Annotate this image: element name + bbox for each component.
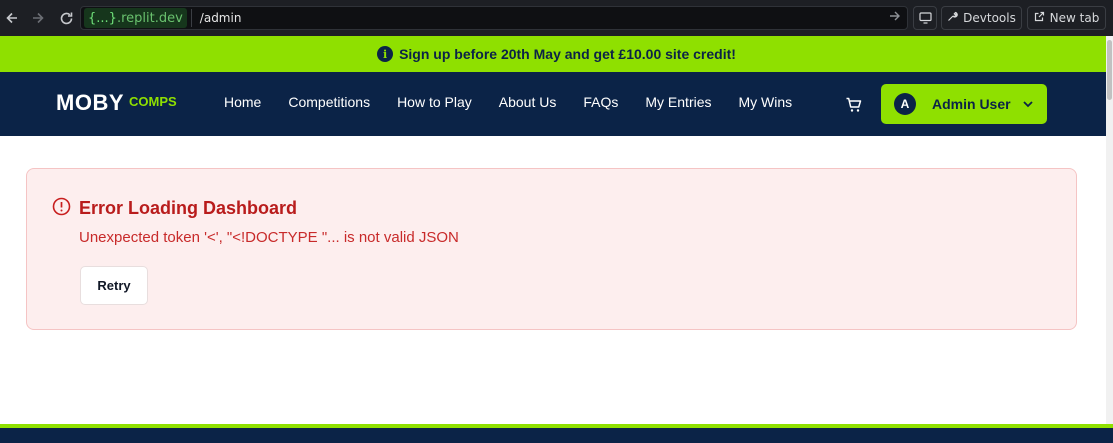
url-path[interactable]: /admin	[200, 11, 242, 25]
info-icon: i	[377, 46, 394, 62]
new-tab-button[interactable]: New tab	[1027, 6, 1106, 30]
promo-banner: i Sign up before 20th May and get £10.00…	[0, 36, 1113, 72]
site-header: MOBY COMPS Home Competitions How to Play…	[0, 72, 1113, 136]
user-name: Admin User	[932, 96, 1011, 112]
error-message: Unexpected token '<', "<!DOCTYPE "... is…	[79, 229, 459, 246]
nav-link-home[interactable]: Home	[224, 94, 261, 110]
url-host-braces: {...}	[88, 10, 117, 26]
nav-link-faqs[interactable]: FAQs	[583, 94, 618, 110]
nav-link-how-to-play[interactable]: How to Play	[397, 94, 472, 110]
alert-circle-icon	[52, 197, 71, 216]
avatar: A	[894, 93, 916, 115]
url-host-domain: .replit.dev	[116, 10, 183, 26]
screen-icon[interactable]	[913, 6, 937, 30]
nav-link-competitions[interactable]: Competitions	[288, 94, 370, 110]
user-menu-button[interactable]: A Admin User	[881, 84, 1047, 124]
address-bar[interactable]: {...} .replit.dev /admin	[80, 6, 908, 30]
forward-arrow-icon[interactable]	[28, 8, 48, 28]
scrollbar-thumb[interactable]	[1107, 40, 1112, 100]
devtools-button[interactable]: Devtools	[941, 6, 1022, 30]
browser-toolbar: {...} .replit.dev /admin Devtools New tab	[0, 0, 1113, 36]
main-nav: Home Competitions How to Play About Us F…	[224, 94, 819, 110]
nav-link-about-us[interactable]: About Us	[499, 94, 557, 110]
new-tab-label: New tab	[1049, 11, 1100, 25]
back-arrow-icon[interactable]	[2, 8, 22, 28]
url-separator	[190, 9, 192, 27]
site-footer	[0, 428, 1113, 443]
site-logo[interactable]: MOBY COMPS	[56, 90, 177, 116]
error-title: Error Loading Dashboard	[79, 198, 298, 218]
go-arrow-icon[interactable]	[889, 10, 901, 25]
logo-main-text: MOBY	[56, 90, 124, 115]
retry-button[interactable]: Retry	[80, 266, 148, 305]
nav-link-my-entries[interactable]: My Entries	[645, 94, 711, 110]
wrench-icon	[947, 11, 958, 25]
error-card: Error Loading Dashboard Unexpected token…	[26, 168, 1077, 330]
nav-link-my-wins[interactable]: My Wins	[739, 94, 793, 110]
reload-icon[interactable]	[56, 8, 76, 28]
promo-text: Sign up before 20th May and get £10.00 s…	[399, 46, 736, 62]
url-host: {...} .replit.dev	[84, 8, 187, 28]
chevron-down-icon	[1021, 97, 1035, 111]
logo-sub-text: COMPS	[129, 94, 177, 109]
external-link-icon	[1034, 11, 1045, 25]
cart-icon[interactable]	[845, 96, 863, 114]
devtools-label: Devtools	[963, 11, 1016, 25]
